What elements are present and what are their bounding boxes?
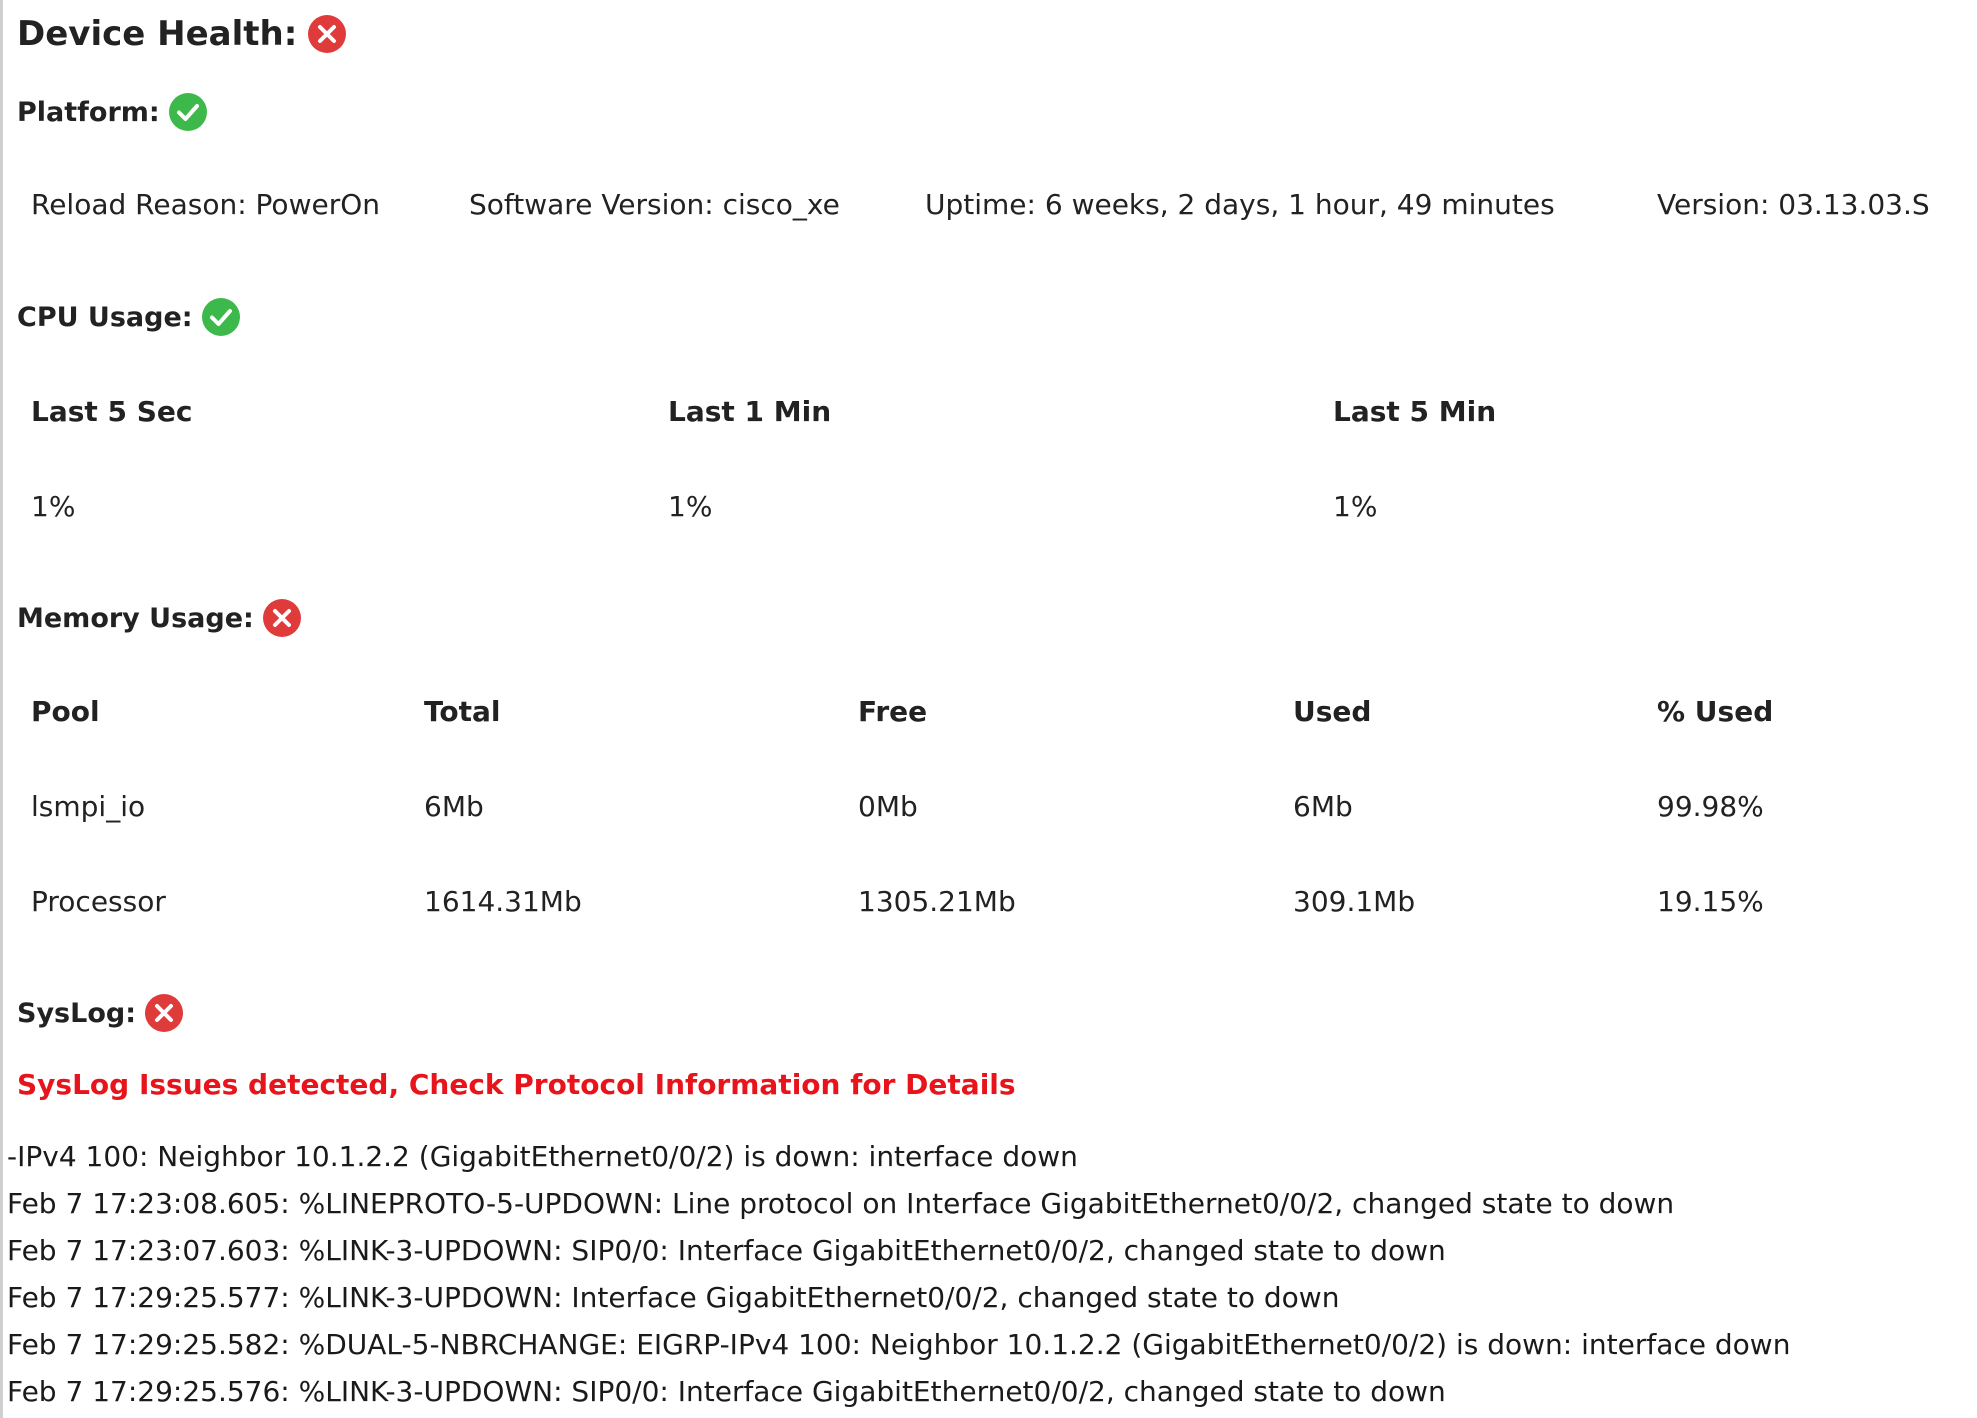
- log-line: -IPv4 100: Neighbor 10.1.2.2 (GigabitEth…: [7, 1140, 1078, 1173]
- memory-header: Total: [424, 695, 501, 728]
- cpu-label: CPU Usage:: [17, 301, 193, 333]
- memory-cell: 1305.21Mb: [858, 885, 1016, 918]
- memory-cell: 0Mb: [858, 790, 918, 823]
- cpu-header: Last 1 Min: [668, 395, 832, 428]
- platform-label: Platform:: [17, 96, 160, 128]
- version: Version: 03.13.03.S: [1657, 188, 1930, 221]
- log-line: Feb 7 17:29:25.576: %LINK-3-UPDOWN: SIP0…: [7, 1375, 1446, 1408]
- memory-cell: 19.15%: [1657, 885, 1764, 918]
- memory-cell: 6Mb: [1293, 790, 1353, 823]
- memory-cell: 1614.31Mb: [424, 885, 582, 918]
- error-icon: [144, 993, 184, 1033]
- memory-cell: 309.1Mb: [1293, 885, 1416, 918]
- log-line: Feb 7 17:29:25.582: %DUAL-5-NBRCHANGE: E…: [7, 1328, 1791, 1361]
- memory-label: Memory Usage:: [17, 602, 254, 634]
- memory-cell: Processor: [31, 885, 166, 918]
- device-health-title: Device Health:: [17, 10, 347, 58]
- error-icon: [262, 598, 302, 638]
- syslog-label: SysLog:: [17, 997, 136, 1029]
- cpu-header: Last 5 Sec: [31, 395, 193, 428]
- memory-header: Pool: [31, 695, 100, 728]
- cpu-value: 1%: [668, 490, 713, 523]
- syslog-heading: SysLog:: [17, 991, 184, 1035]
- error-icon: [307, 14, 347, 54]
- memory-header: Used: [1293, 695, 1372, 728]
- platform-heading: Platform:: [17, 90, 208, 134]
- check-icon: [201, 297, 241, 337]
- cpu-value: 1%: [1333, 490, 1378, 523]
- device-health-label: Device Health:: [17, 14, 298, 54]
- log-line: Feb 7 17:23:07.603: %LINK-3-UPDOWN: SIP0…: [7, 1234, 1446, 1267]
- memory-header: % Used: [1657, 695, 1774, 728]
- cpu-heading: CPU Usage:: [17, 295, 241, 339]
- software-version: Software Version: cisco_xe: [469, 188, 840, 221]
- cpu-value: 1%: [31, 490, 76, 523]
- uptime: Uptime: 6 weeks, 2 days, 1 hour, 49 minu…: [925, 188, 1555, 221]
- memory-header: Free: [858, 695, 928, 728]
- memory-cell: lsmpi_io: [31, 790, 146, 823]
- syslog-alert-message: SysLog Issues detected, Check Protocol I…: [17, 1068, 1016, 1101]
- memory-cell: 6Mb: [424, 790, 484, 823]
- memory-heading: Memory Usage:: [17, 596, 302, 640]
- check-icon: [168, 92, 208, 132]
- cpu-header: Last 5 Min: [1333, 395, 1497, 428]
- log-line: Feb 7 17:29:25.577: %LINK-3-UPDOWN: Inte…: [7, 1281, 1340, 1314]
- memory-cell: 99.98%: [1657, 790, 1764, 823]
- reload-reason: Reload Reason: PowerOn: [31, 188, 380, 221]
- log-line: Feb 7 17:23:08.605: %LINEPROTO-5-UPDOWN:…: [7, 1187, 1675, 1220]
